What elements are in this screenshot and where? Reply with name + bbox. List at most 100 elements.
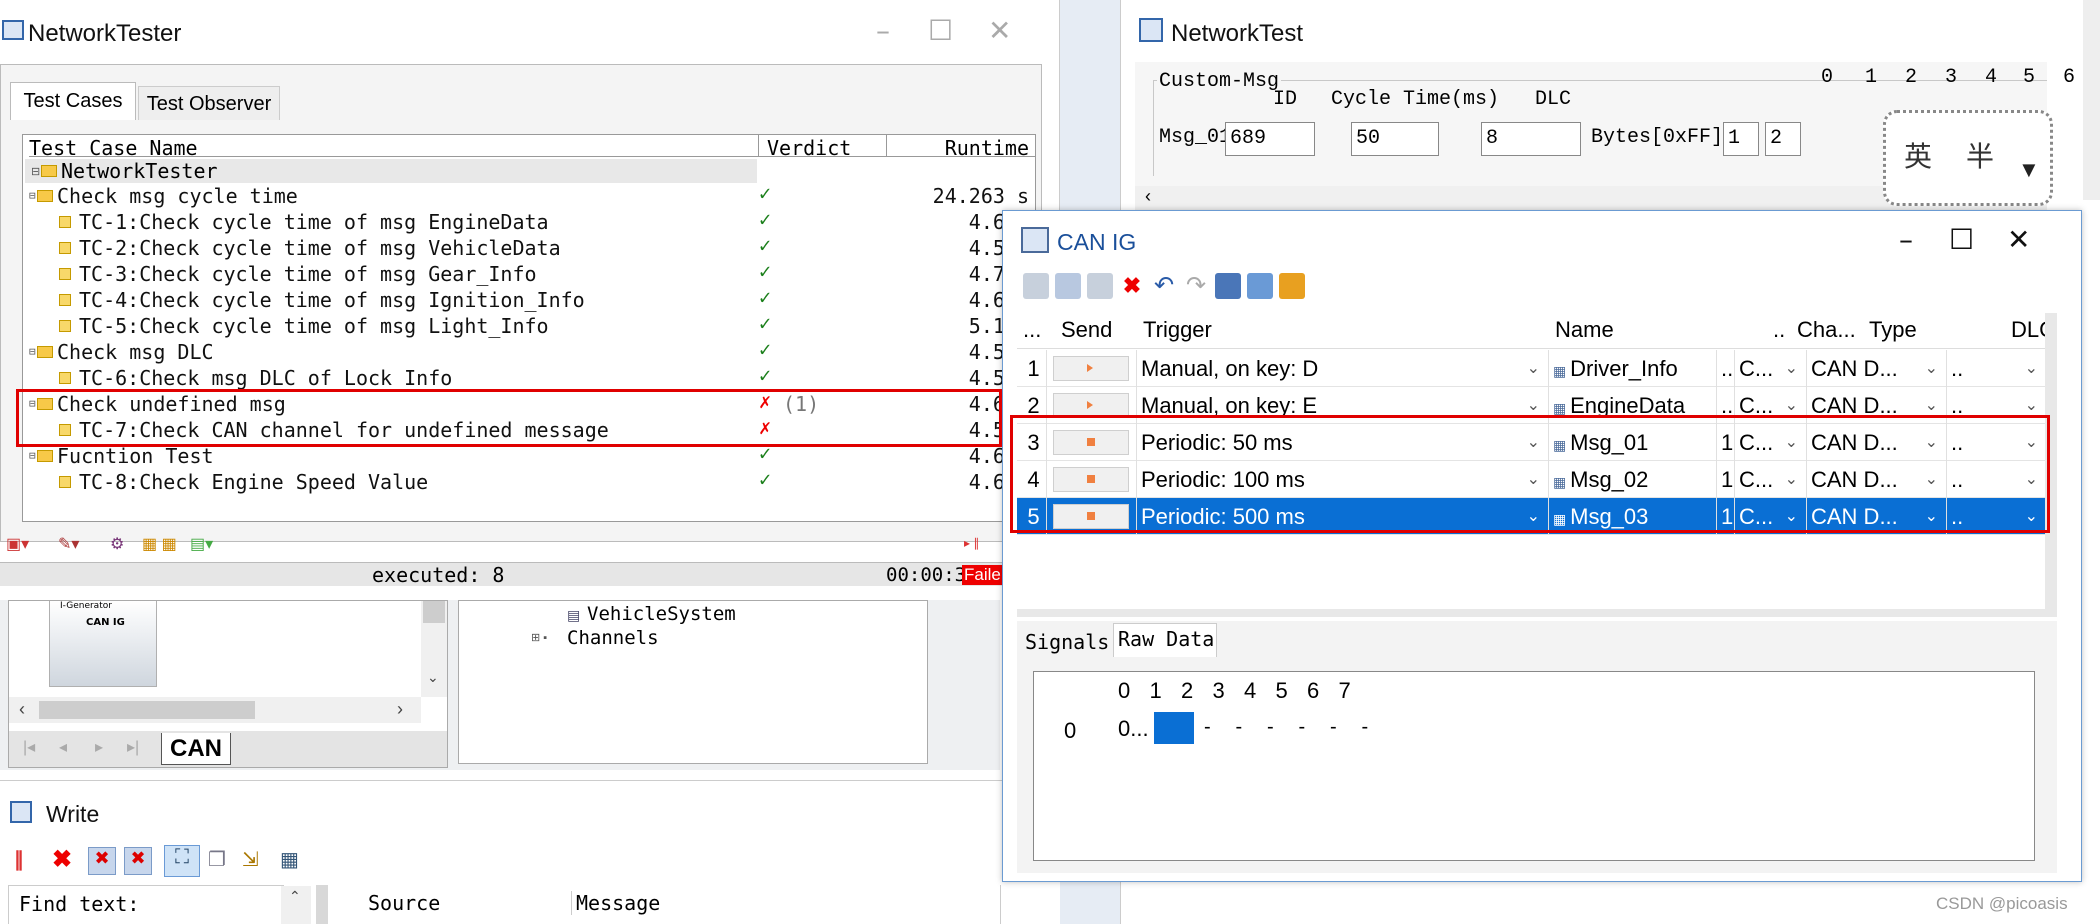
collapse-icon[interactable]: ⊟: [29, 449, 36, 462]
delete-all-icon[interactable]: ✖: [88, 847, 116, 875]
col-channel[interactable]: Cha...: [1797, 317, 1856, 343]
settings-icon[interactable]: ⚙: [110, 534, 124, 554]
chevron-down-icon[interactable]: ⌄: [2025, 350, 2038, 387]
col-send[interactable]: Send: [1061, 317, 1112, 343]
col-dots[interactable]: ..: [1773, 317, 1785, 343]
minimize-button[interactable]: –: [1899, 223, 1913, 256]
find-text-field[interactable]: Find text: ⌃: [8, 885, 311, 924]
row-number[interactable]: 1: [1017, 350, 1047, 387]
horizontal-scrollbar[interactable]: ‹ ›: [9, 697, 421, 723]
raw-byte-1-selected[interactable]: [1154, 712, 1194, 744]
vertical-scrollbar[interactable]: ⌄: [421, 601, 447, 697]
collapse-icon[interactable]: ⊟: [29, 189, 36, 202]
expand-icon[interactable]: ⊞ ▪: [531, 631, 547, 644]
can-ig-thumbnail[interactable]: I-Generator CAN IG: [49, 601, 157, 687]
chevron-left-icon[interactable]: ‹: [19, 699, 25, 720]
redo-icon[interactable]: ↷: [1183, 273, 1209, 299]
export-icon[interactable]: ⇲: [242, 847, 259, 872]
report-icon[interactable]: ▤▾: [190, 534, 213, 554]
dlc-select[interactable]: .. ⌄: [1947, 350, 2047, 387]
copy-icon[interactable]: ❐: [208, 847, 226, 872]
test-case-row[interactable]: TC-2:Check cycle time of msg VehicleData…: [23, 233, 1033, 261]
raw-byte-value[interactable]: -: [1299, 716, 1306, 739]
chevron-down-icon[interactable]: ⌄: [427, 669, 439, 686]
find-scrollbar[interactable]: ⌃: [281, 886, 311, 924]
group-icon[interactable]: ▦ ▦: [142, 534, 177, 554]
tab-signals[interactable]: Signals: [1021, 627, 1111, 657]
add-fd-frame-icon[interactable]: [1055, 273, 1081, 299]
test-case-row[interactable]: TC-3:Check cycle time of msg Gear_Info ✓ 4…: [23, 259, 1033, 287]
options-icon[interactable]: ▦: [280, 847, 299, 872]
trigger-select[interactable]: Manual, on key: D ⌄: [1137, 350, 1549, 387]
add-frame-icon[interactable]: [1023, 273, 1049, 299]
test-case-row[interactable]: TC-4:Check cycle time of msg Ignition_In…: [23, 285, 1033, 313]
tab-raw-data[interactable]: Raw Data: [1113, 623, 1217, 657]
chevron-down-icon[interactable]: ⌄: [1527, 350, 1540, 387]
col-name[interactable]: Name: [1555, 317, 1614, 343]
chevron-down-icon[interactable]: ⌄: [1785, 350, 1798, 387]
test-case-row[interactable]: TC-8:Check Engine Speed Value ✓ 4.603: [23, 467, 1033, 495]
delete-icon[interactable]: ✖: [124, 847, 152, 875]
test-case-row[interactable]: TC-6:Check msg DLC of Lock_Info ✓ 4.504: [23, 363, 1033, 391]
ime-indicator[interactable]: 英 半 ▼: [1883, 110, 2053, 206]
tree-item-channels[interactable]: Channels: [567, 627, 659, 649]
tree-item-vehiclesystem[interactable]: VehicleSystem: [587, 603, 736, 625]
filter-icon[interactable]: ▣▾: [6, 534, 29, 554]
sheet-tab-can[interactable]: CAN: [161, 733, 231, 765]
message-name[interactable]: ▦ Driver_Info: [1549, 350, 1717, 387]
byte-0-input[interactable]: 1: [1723, 122, 1759, 156]
chevron-down-icon[interactable]: ⌄: [1925, 350, 1938, 387]
chevron-left-icon[interactable]: ‹: [1145, 186, 1151, 207]
save-icon[interactable]: [1215, 273, 1241, 299]
pause-icon[interactable]: ∥: [14, 847, 24, 872]
chevron-right-icon[interactable]: ›: [397, 699, 403, 720]
dlc-input[interactable]: 8: [1481, 122, 1581, 156]
add-message-icon[interactable]: [1087, 273, 1113, 299]
column-source[interactable]: Source: [368, 891, 572, 915]
maximize-button[interactable]: ☐: [928, 14, 953, 47]
row-dots[interactable]: ..: [1717, 350, 1735, 387]
prev-sheet-icon[interactable]: ◂: [59, 737, 67, 757]
edit-icon[interactable]: ✎▾: [58, 534, 79, 554]
splitter[interactable]: [1017, 609, 2057, 617]
byte-1-input[interactable]: 2: [1765, 122, 1801, 156]
ig-message-row[interactable]: 1 Manual, on key: D ⌄ ▦ Driver_Info.. C... ⌄ C…: [1017, 350, 2057, 387]
column-message[interactable]: Message: [576, 891, 660, 915]
column-header-verdict[interactable]: Verdict: [759, 135, 887, 157]
tab-test-observer[interactable]: Test Observer: [138, 86, 280, 120]
clear-icon[interactable]: ✖: [52, 845, 72, 874]
test-group-row[interactable]: ⊟ Check msg cycle time ✓ 24.263 s: [23, 181, 1033, 209]
find-icon[interactable]: ⛶: [164, 845, 200, 877]
cycle-time-input[interactable]: 50: [1351, 122, 1439, 156]
play-icon[interactable]: ▸ ∥: [964, 536, 979, 550]
close-button[interactable]: ✕: [988, 14, 1011, 47]
test-case-row[interactable]: TC-1:Check cycle time of msg EngineData ✓…: [23, 207, 1033, 235]
col-type[interactable]: Type: [1869, 317, 1917, 343]
tab-test-cases[interactable]: Test Cases: [10, 82, 136, 120]
id-input[interactable]: 689: [1225, 122, 1315, 156]
minimize-button[interactable]: –: [876, 14, 890, 47]
next-sheet-icon[interactable]: ▸: [95, 737, 103, 757]
undo-icon[interactable]: ↶: [1151, 273, 1177, 299]
close-button[interactable]: ✕: [2007, 223, 2030, 256]
tree-root-row[interactable]: ⊟ NetworkTester: [25, 159, 757, 183]
test-group-row[interactable]: ⊟ Check msg DLC ✓ 4.506: [23, 337, 1033, 365]
raw-byte-value[interactable]: -: [1362, 716, 1369, 739]
type-select[interactable]: CAN D... ⌄: [1807, 350, 1947, 387]
test-case-row[interactable]: TC-5:Check cycle time of msg Light_Info ✓…: [23, 311, 1033, 339]
send-button[interactable]: [1053, 356, 1129, 381]
channel-select[interactable]: C... ⌄: [1735, 350, 1807, 387]
collapse-icon[interactable]: ⊟: [29, 345, 36, 358]
first-sheet-icon[interactable]: |◂: [23, 737, 35, 757]
raw-byte-0[interactable]: 0...: [1118, 716, 1149, 742]
col-trigger[interactable]: Trigger: [1143, 317, 1212, 343]
last-sheet-icon[interactable]: ▸|: [127, 737, 139, 757]
raw-byte-value[interactable]: -: [1236, 716, 1243, 739]
column-header-name[interactable]: Test Case Name: [29, 135, 759, 157]
chart-icon[interactable]: [1247, 273, 1273, 299]
maximize-button[interactable]: ☐: [1949, 223, 1974, 256]
column-header-runtime[interactable]: Runtime: [887, 135, 1035, 157]
delete-icon[interactable]: ✖: [1119, 273, 1145, 299]
raw-byte-value[interactable]: -: [1204, 716, 1211, 739]
raw-byte-value[interactable]: -: [1267, 716, 1274, 739]
